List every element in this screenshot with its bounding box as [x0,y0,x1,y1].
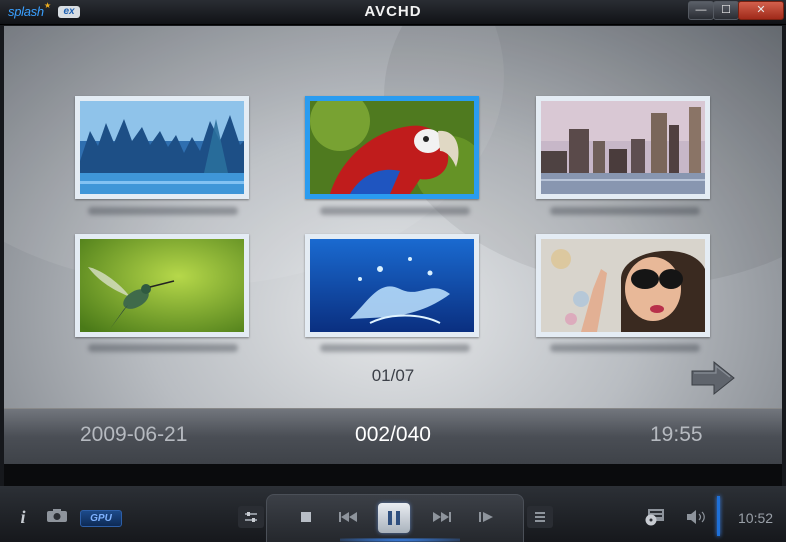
thumbnail-reflection [88,207,238,215]
arrow-right-icon[interactable] [690,360,736,396]
thumbnail-image [541,239,705,332]
step-icon[interactable] [474,506,498,528]
playlist-icon[interactable] [527,506,553,528]
window-title: AVCHD [364,3,422,20]
thumbnail-parrot[interactable] [305,96,479,199]
maximize-button[interactable]: ☐ [713,1,739,20]
previous-icon[interactable] [336,506,360,528]
title-bar[interactable]: splash ★ ex AVCHD — ☐ ✕ [0,0,786,25]
thumbnail-hummingbird[interactable] [75,234,249,337]
minimize-button[interactable]: — [688,1,714,20]
gpu-toggle-button[interactable]: GPU [80,510,122,527]
divider [4,464,782,486]
thumbnail-image [310,101,474,194]
thumbnail-forest[interactable] [75,96,249,199]
thumbnail-portrait[interactable] [536,234,710,337]
thumbnail-reflection [550,207,700,215]
thumbnail-image [80,239,244,332]
photo-time: 19:55 [650,423,703,446]
volume-icon[interactable] [684,506,708,528]
info-icon[interactable]: i [14,506,32,528]
disc-menu-icon[interactable] [644,508,666,526]
equalizer-icon[interactable] [238,506,264,528]
thumbnail-reflection [550,344,700,352]
photo-gallery: 01/07 [4,26,782,408]
stop-icon[interactable] [296,506,316,528]
pod-glow [340,538,460,542]
thumbnail-image [541,101,705,194]
thumbnail-reflection [320,344,470,352]
volume-slider[interactable] [717,496,720,536]
thumbnail-image [80,101,244,194]
player-window: splash ★ ex AVCHD — ☐ ✕ 01/07 2009-06-21… [0,0,786,542]
thumbnail-image [310,239,474,332]
thumbnail-splash[interactable] [305,234,479,337]
next-icon[interactable] [430,506,454,528]
thumbnail-city[interactable] [536,96,710,199]
thumbnail-reflection [88,344,238,352]
clock: 10:52 [738,510,774,526]
camera-icon[interactable] [46,508,68,523]
page-indicator: 01/07 [371,366,415,385]
thumbnail-reflection [320,207,470,215]
close-button[interactable]: ✕ [738,1,784,20]
control-bar: i GPU 10:52 [0,486,786,542]
info-bar: 2009-06-21 002/040 19:55 [4,408,782,465]
pause-icon[interactable] [378,503,410,533]
